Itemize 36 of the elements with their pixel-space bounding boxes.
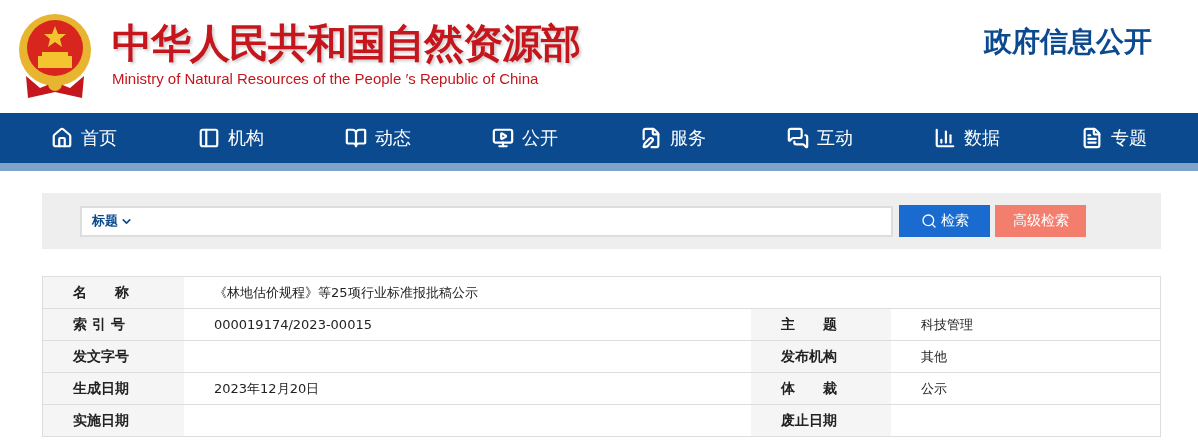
field-label: 体 裁 <box>751 373 891 404</box>
section-title: 政府信息公开 <box>984 23 1152 60</box>
nav-item[interactable]: 服务 <box>639 126 706 150</box>
field-label: 名 称 <box>43 277 184 308</box>
search-field[interactable]: 标题 <box>80 205 893 237</box>
field-label: 生成日期 <box>43 373 184 404</box>
field-value: 2023年12月20日 <box>213 379 321 398</box>
nav-item[interactable]: 数据 <box>934 126 1001 150</box>
site-subtitle: Ministry of Natural Resources of the People ′s Republic of China <box>112 70 540 87</box>
field-label: 实施日期 <box>43 405 184 436</box>
field-value: 公示 <box>920 379 948 398</box>
field-value: 000019174/2023-00015 <box>213 316 373 334</box>
field-value: 其他 <box>920 347 948 366</box>
nav-item[interactable]: 公开 <box>492 126 559 150</box>
field-label: 发文字号 <box>43 341 184 372</box>
home-icon <box>50 127 73 149</box>
search-icon <box>920 213 937 229</box>
panel-icon <box>197 127 220 149</box>
nav-item[interactable]: 首页 <box>50 126 117 150</box>
nav-item[interactable]: 机构 <box>197 126 264 150</box>
scope-dropdown[interactable]: 标题 <box>92 212 133 230</box>
field-label: 索 引 号 <box>43 309 184 340</box>
nav-item[interactable]: 动态 <box>345 126 412 150</box>
search-button[interactable]: 检索 <box>899 205 990 237</box>
field-value: 《林地估价规程》等25项行业标准报批稿公示 <box>213 283 479 302</box>
bar-chart-icon <box>934 127 957 149</box>
field-label: 废止日期 <box>751 405 891 436</box>
field-label: 发布机构 <box>751 341 891 372</box>
book-icon <box>345 127 368 149</box>
chat-icon <box>786 127 809 149</box>
site-title: 中华人民共和国自然资源部 <box>112 19 580 68</box>
field-value: 科技管理 <box>920 315 974 334</box>
nav-item[interactable]: 互动 <box>786 126 853 150</box>
monitor-icon <box>492 127 515 149</box>
nav-item[interactable]: 专题 <box>1081 126 1148 150</box>
field-label: 主 题 <box>751 309 891 340</box>
